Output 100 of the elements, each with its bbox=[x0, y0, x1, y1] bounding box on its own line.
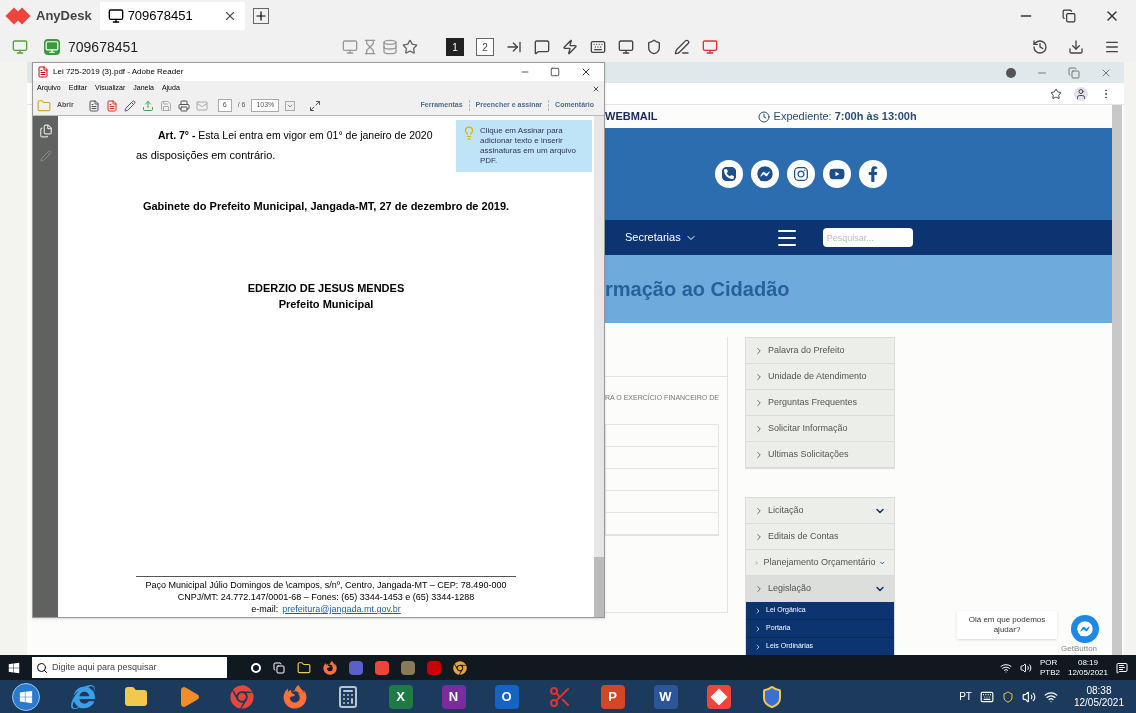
menu-item[interactable]: Palavra do Prefeito bbox=[746, 338, 894, 364]
app-icon[interactable]: N bbox=[441, 684, 466, 709]
nav-item[interactable]: Secretarias bbox=[625, 229, 697, 246]
display-icon[interactable] bbox=[618, 39, 634, 55]
task-view-icon[interactable] bbox=[273, 661, 285, 674]
search-field[interactable]: Pesquisar... bbox=[822, 228, 913, 247]
chevron-icon bbox=[754, 505, 764, 516]
extension-icon[interactable] bbox=[1006, 67, 1016, 78]
fox-icon[interactable] bbox=[323, 660, 337, 675]
app-icon[interactable]: X bbox=[388, 684, 413, 709]
pdf-icon[interactable] bbox=[427, 660, 441, 675]
menu-item[interactable]: Solicitar Informação bbox=[746, 416, 894, 442]
shield-icon[interactable] bbox=[646, 39, 662, 55]
expand-icon[interactable] bbox=[309, 99, 322, 112]
start-orb[interactable] bbox=[12, 682, 40, 711]
history-icon[interactable] bbox=[1032, 39, 1048, 55]
email-link[interactable]: prefeitura@jangada.mt.gov.br bbox=[282, 603, 401, 615]
scissors-icon[interactable] bbox=[547, 684, 572, 709]
chat-prompt: Olá em que podemos ajudar? bbox=[957, 611, 1057, 639]
scrollbar[interactable] bbox=[1112, 105, 1122, 655]
keyboard-icon[interactable] bbox=[590, 39, 606, 55]
menu-item[interactable]: Legislação bbox=[746, 576, 894, 602]
browser-icon[interactable] bbox=[70, 684, 95, 709]
folder-icon[interactable] bbox=[297, 660, 311, 675]
maximize-icon[interactable] bbox=[550, 67, 560, 77]
windows-icon[interactable] bbox=[8, 661, 20, 674]
document-icon[interactable] bbox=[105, 99, 118, 112]
star-icon[interactable] bbox=[1050, 87, 1062, 100]
phone-icon[interactable] bbox=[715, 160, 743, 188]
menu-item[interactable]: Planejamento Orçamentário bbox=[746, 550, 894, 576]
clock-time[interactable]: 08:38 bbox=[1086, 684, 1112, 697]
webmail-link[interactable]: WEBMAIL bbox=[605, 108, 658, 125]
arrow-icon[interactable] bbox=[506, 39, 522, 55]
keyboard-icon[interactable] bbox=[979, 689, 994, 704]
fox-icon[interactable] bbox=[282, 684, 307, 709]
search-field[interactable]: Digite aqui para pesquisar bbox=[32, 657, 227, 678]
app-icon[interactable] bbox=[375, 660, 389, 675]
app-icon[interactable]: P bbox=[600, 684, 625, 709]
star-icon[interactable] bbox=[402, 39, 418, 55]
chevron-icon bbox=[754, 449, 764, 460]
chevron-icon bbox=[754, 423, 764, 434]
network-icon[interactable] bbox=[999, 661, 1012, 674]
lightning-icon[interactable] bbox=[562, 39, 578, 55]
banner-title: rmação ao Cidadão bbox=[605, 277, 790, 302]
app-icon[interactable]: O bbox=[494, 684, 519, 709]
close-icon[interactable] bbox=[580, 66, 592, 78]
app-icon[interactable] bbox=[401, 660, 415, 675]
volume-icon[interactable] bbox=[1019, 661, 1032, 674]
tab-label: 709678451 bbox=[127, 7, 193, 26]
clock-time[interactable]: 08:19 bbox=[1077, 657, 1098, 668]
tooltip-text: Clique em Assinar para adicionar texto e inserir assinaturas em um arquivo PDF. bbox=[480, 126, 578, 166]
pen-icon[interactable] bbox=[674, 39, 690, 55]
chevron-icon bbox=[754, 371, 764, 382]
network-icon[interactable] bbox=[1043, 689, 1058, 704]
menu-item[interactable]: Perguntas Frequentes bbox=[746, 390, 894, 416]
chevron-icon bbox=[754, 397, 764, 408]
dropdown-icon[interactable] bbox=[285, 100, 296, 111]
record-icon[interactable] bbox=[702, 39, 718, 55]
menu-item[interactable]: Unidade de Atendimento bbox=[746, 364, 894, 390]
pdf-icon bbox=[37, 66, 49, 78]
monitor-button[interactable]: 1 bbox=[446, 38, 464, 56]
print-icon[interactable] bbox=[177, 99, 190, 112]
layout-label[interactable]: PTB2 bbox=[1039, 667, 1060, 678]
menu-label: Editais de Contas bbox=[768, 529, 839, 543]
messenger-icon[interactable] bbox=[751, 160, 779, 188]
pages-icon[interactable] bbox=[38, 124, 53, 138]
app-icon[interactable] bbox=[349, 660, 363, 675]
document-icon[interactable] bbox=[87, 99, 100, 112]
session-tab[interactable]: 709678451 bbox=[99, 2, 245, 30]
menu-item[interactable]: Ultimas Solicitações bbox=[746, 442, 894, 468]
monitor-button[interactable]: 2 bbox=[476, 38, 494, 56]
profile-icon[interactable] bbox=[1074, 86, 1088, 101]
menu-item[interactable]: Editais de Contas bbox=[746, 524, 894, 550]
facebook-icon[interactable] bbox=[859, 160, 887, 188]
chrome-icon[interactable] bbox=[453, 660, 467, 675]
language-label[interactable]: POR bbox=[1039, 657, 1060, 668]
video-icon[interactable] bbox=[823, 160, 851, 188]
address-field[interactable]: 709678451 bbox=[40, 35, 330, 59]
camera-icon[interactable] bbox=[787, 160, 815, 188]
app-icon[interactable]: W bbox=[653, 684, 678, 709]
close-icon[interactable] bbox=[592, 84, 600, 93]
restore-icon[interactable] bbox=[1062, 9, 1076, 23]
upload-icon[interactable] bbox=[141, 99, 154, 112]
notification-icon[interactable] bbox=[1116, 661, 1128, 674]
menu-item[interactable]: Licitação bbox=[746, 498, 894, 524]
chat-icon[interactable] bbox=[534, 39, 550, 55]
download-icon[interactable] bbox=[1068, 39, 1084, 55]
messenger-icon[interactable] bbox=[1071, 615, 1099, 643]
footer-text: CNPJ/MT: 24.772.147/0001-68 – Fones: (65) 3344-1453 e (65) 3344-1288 bbox=[177, 591, 475, 603]
edit-icon[interactable] bbox=[123, 99, 136, 112]
menu-icon[interactable] bbox=[1104, 39, 1120, 55]
clock-date[interactable]: 12/05/2021 bbox=[1073, 696, 1124, 709]
clock-date[interactable]: 12/05/2021 bbox=[1067, 667, 1108, 678]
chevron-icon bbox=[754, 531, 764, 542]
new-tab-icon[interactable] bbox=[252, 8, 269, 24]
shield-icon[interactable] bbox=[1001, 690, 1014, 703]
scrollbar[interactable] bbox=[594, 116, 604, 617]
language-label[interactable]: PT bbox=[959, 689, 972, 704]
volume-icon[interactable] bbox=[1021, 689, 1036, 704]
folder-icon[interactable] bbox=[123, 684, 148, 709]
